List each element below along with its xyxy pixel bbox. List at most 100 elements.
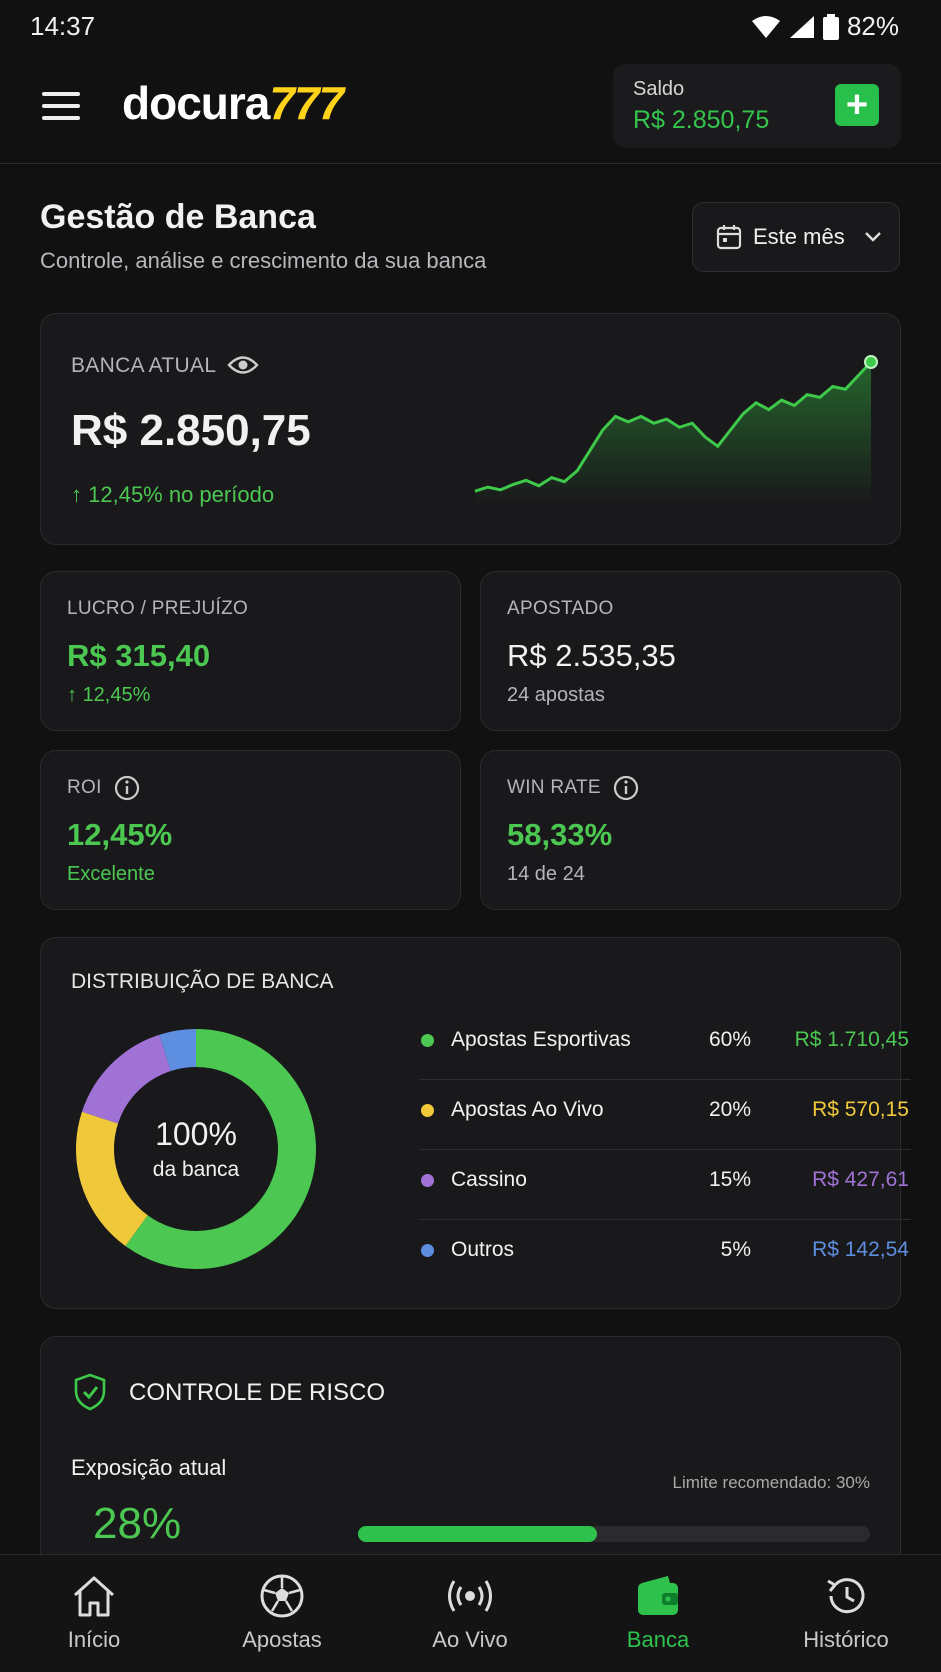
legend-percent: 5% xyxy=(720,1238,751,1261)
bank-change: ↑ 12,45% no período xyxy=(71,482,275,507)
stat-value: R$ 315,40 xyxy=(67,638,211,673)
current-bank-card: BANCA ATUAL R$ 2.850,75 ↑ 12,45% no perí… xyxy=(40,313,901,545)
nav-label-banca: Banca xyxy=(626,1627,690,1652)
nav-item-historico[interactable]: Histórico xyxy=(752,1555,940,1672)
status-icons: 82% xyxy=(751,11,899,42)
legend-value: R$ 142,54 xyxy=(812,1238,909,1261)
legend-value: R$ 1.710,45 xyxy=(794,1028,909,1051)
bank-change-text: 12,45% no período xyxy=(88,482,275,507)
stat-card: APOSTADO R$ 2.535,35 24 apostas xyxy=(480,571,901,731)
donut-center-label: da banca xyxy=(152,1158,240,1181)
legend-value: R$ 570,15 xyxy=(812,1098,909,1121)
stat-sub-text: 12,45% xyxy=(82,684,151,706)
top-bar: docura777 Saldo R$ 2.850,75 + xyxy=(0,52,941,164)
page-title: Gestão de Banca xyxy=(40,198,316,236)
eye-icon[interactable] xyxy=(227,354,259,376)
signal-icon xyxy=(789,15,814,38)
bank-value: R$ 2.850,75 xyxy=(71,406,311,455)
legend-name: Apostas Ao Vivo xyxy=(451,1098,604,1121)
balance-box: Saldo R$ 2.850,75 + xyxy=(613,64,901,148)
legend-row: Apostas Ao Vivo 20% R$ 570,15 xyxy=(419,1080,911,1150)
balance-value: R$ 2.850,75 xyxy=(633,106,770,134)
wallet-icon xyxy=(638,1576,678,1615)
page-subtitle: Controle, análise e crescimento da sua b… xyxy=(40,248,487,273)
nav-item-apostas[interactable]: Apostas xyxy=(188,1555,376,1672)
menu-icon[interactable] xyxy=(42,92,80,120)
period-label: Este mês xyxy=(753,224,845,249)
stat-sub-arrow: ↑ xyxy=(67,684,83,706)
distribution-card: DISTRIBUIÇÃO DE BANCA 100% da banca Apos… xyxy=(40,937,911,1309)
stat-label: APOSTADO xyxy=(507,598,614,620)
live-broadcast-icon xyxy=(448,1580,492,1612)
legend-percent: 60% xyxy=(708,1028,751,1051)
nav-label-historico: Histórico xyxy=(803,1627,889,1652)
legend-name: Cassino xyxy=(451,1168,527,1191)
stat-card: WIN RATE 58,33% 14 de 24 xyxy=(480,750,901,910)
legend-row: Apostas Esportivas 60% R$ 1.710,45 xyxy=(419,1010,911,1080)
nav-item-banca[interactable]: Banca xyxy=(564,1555,752,1672)
stat-label-text: WIN RATE xyxy=(507,777,601,798)
distribution-title: DISTRIBUIÇÃO DE BANCA xyxy=(71,970,334,993)
stat-value: R$ 2.535,35 xyxy=(507,638,676,673)
legend-dot xyxy=(421,1104,434,1117)
nav-item-ao-vivo[interactable]: Ao Vivo xyxy=(376,1555,564,1672)
history-icon xyxy=(827,1578,865,1614)
nav-label-apostas: Apostas xyxy=(242,1627,322,1652)
legend-name: Apostas Esportivas xyxy=(451,1028,631,1051)
app-logo[interactable]: docura777 xyxy=(122,76,344,130)
legend-percent: 15% xyxy=(708,1168,751,1191)
add-funds-button[interactable]: + xyxy=(835,84,879,126)
balance-label: Saldo xyxy=(633,78,685,100)
status-bar: 14:37 82% xyxy=(0,0,941,52)
logo-text: docura xyxy=(122,77,270,129)
nav-label-inicio: Início xyxy=(67,1627,121,1652)
risk-title: CONTROLE DE RISCO xyxy=(129,1379,386,1406)
legend-dot xyxy=(421,1174,434,1187)
stat-sub: 24 apostas xyxy=(507,684,605,707)
stat-card: ROI 12,45% Excelente xyxy=(40,750,461,910)
status-time: 14:37 xyxy=(30,11,96,41)
stat-label-text: APOSTADO xyxy=(507,598,614,619)
battery-percent: 82% xyxy=(846,11,899,41)
stat-sub: Excelente xyxy=(67,863,155,886)
chevron-down-icon xyxy=(864,232,881,242)
logo-accent: 777 xyxy=(269,77,344,129)
legend-row: Outros 5% R$ 142,54 xyxy=(419,1220,911,1290)
info-icon[interactable] xyxy=(114,775,140,801)
wifi-icon xyxy=(751,15,780,38)
calendar-icon xyxy=(716,225,742,250)
legend-value: R$ 427,61 xyxy=(812,1168,909,1191)
exposure-progress-track xyxy=(358,1526,870,1542)
stat-label: ROI xyxy=(67,775,139,801)
period-selector[interactable]: Este mês xyxy=(692,202,900,272)
legend-dot xyxy=(421,1244,434,1257)
exposure-value: 28% xyxy=(93,1499,182,1548)
nav-label-ao-vivo: Ao Vivo xyxy=(432,1627,508,1652)
stat-sub: ↑ 12,45% xyxy=(67,684,150,707)
stat-label-text: ROI xyxy=(67,777,102,798)
stat-sub: 14 de 24 xyxy=(507,863,585,886)
legend-row: Cassino 15% R$ 427,61 xyxy=(419,1150,911,1220)
stat-sub-text: 14 de 24 xyxy=(507,863,585,885)
nav-item-inicio[interactable]: Início xyxy=(0,1555,188,1672)
info-icon[interactable] xyxy=(613,775,639,801)
exposure-label: Exposição atual xyxy=(71,1455,227,1480)
bank-sparkline xyxy=(474,355,878,504)
legend-name: Outros xyxy=(451,1238,515,1261)
bank-label: BANCA ATUAL xyxy=(71,354,217,377)
stat-label: LUCRO / PREJUÍZO xyxy=(67,598,248,620)
limit-label: Limite recomendado: 30% xyxy=(672,1473,870,1492)
home-icon xyxy=(73,1576,115,1617)
exposure-progress-fill xyxy=(358,1526,597,1542)
stat-value: 12,45% xyxy=(67,817,173,852)
stat-value: 58,33% xyxy=(507,817,613,852)
stat-card: LUCRO / PREJUÍZO R$ 315,40 ↑ 12,45% xyxy=(40,571,461,731)
legend-percent: 20% xyxy=(708,1098,751,1121)
soccer-ball-icon xyxy=(260,1574,304,1618)
legend-dot xyxy=(421,1034,434,1047)
stat-sub-text: 24 apostas xyxy=(507,684,605,706)
battery-icon xyxy=(822,13,839,40)
stat-sub-text: Excelente xyxy=(67,863,155,885)
bottom-nav: Início Apostas Ao Vivo Banca Histórico xyxy=(0,1554,941,1672)
stat-label-text: LUCRO / PREJUÍZO xyxy=(67,598,249,619)
